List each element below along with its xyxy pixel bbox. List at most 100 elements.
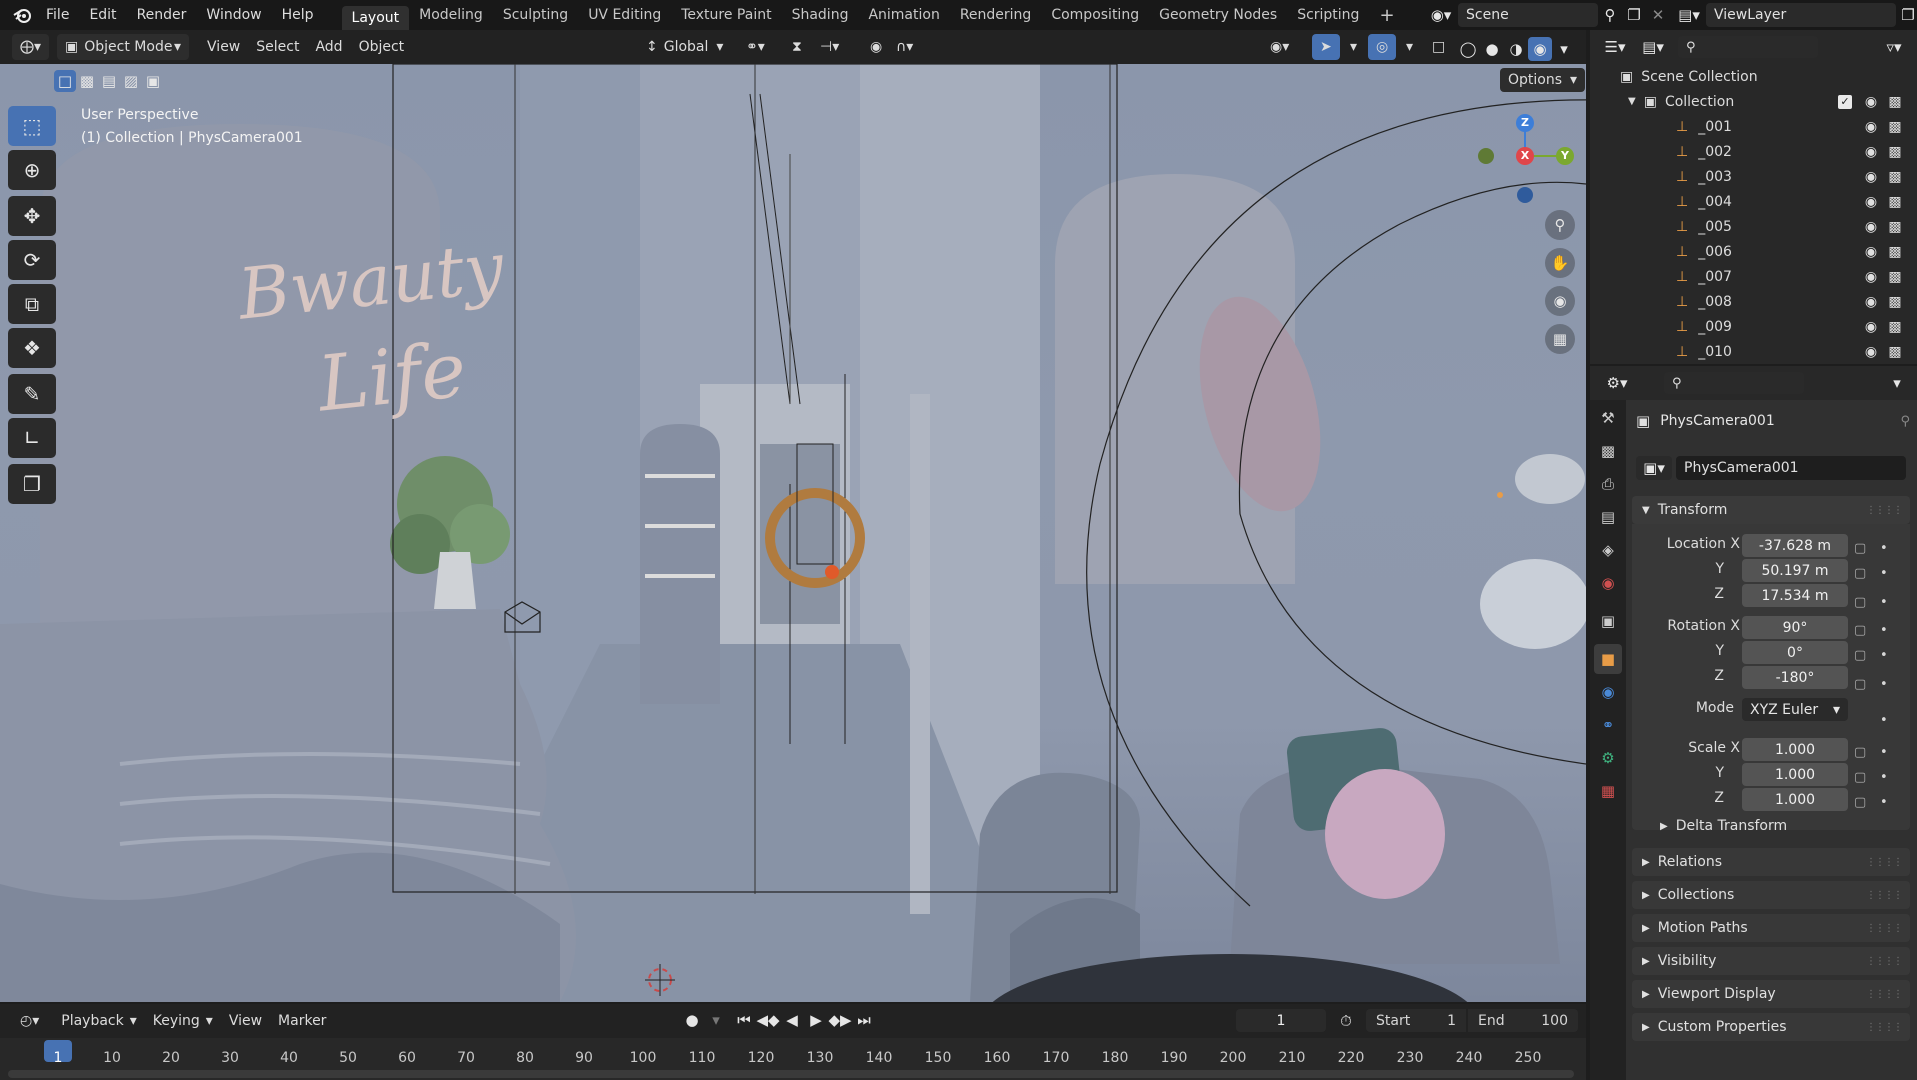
timeline-scrollbar[interactable] xyxy=(8,1070,1574,1078)
properties-search-input[interactable]: ⚲ xyxy=(1664,372,1804,394)
snap-icon[interactable]: ⧗ xyxy=(784,34,810,60)
proportional-edit-icon[interactable]: ◉ xyxy=(862,34,890,60)
object-tab-icon[interactable]: ■ xyxy=(1594,644,1622,674)
output-tab-icon[interactable]: ⎙ xyxy=(1594,469,1622,499)
outliner-row-005[interactable]: ⊥ _005 ◉ ▩ xyxy=(1590,214,1917,239)
tool-tab-icon[interactable]: ⚒ xyxy=(1594,403,1622,433)
menu-timeline-view[interactable]: View xyxy=(221,1008,270,1034)
menu-view[interactable]: View xyxy=(199,34,248,60)
keying-options-icon[interactable]: ▾ xyxy=(704,1008,728,1032)
properties-options-icon[interactable]: ▾ xyxy=(1885,371,1909,395)
gizmo-y-axis[interactable]: Y xyxy=(1556,147,1574,165)
menu-window[interactable]: Window xyxy=(196,0,271,30)
eye-icon[interactable]: ◉ xyxy=(1862,219,1880,235)
tab-shading[interactable]: Shading xyxy=(782,3,859,27)
viewlayer-name-field[interactable]: ViewLayer xyxy=(1706,3,1896,27)
pin-icon[interactable]: ⚲ xyxy=(1900,414,1910,429)
close-scene-icon[interactable]: ✕ xyxy=(1646,3,1670,27)
pivot-point-icon[interactable]: ⚭▾ xyxy=(738,34,773,60)
keyframe-dot-icon[interactable]: • xyxy=(1880,541,1888,556)
eye-icon[interactable]: ◉ xyxy=(1862,94,1880,110)
relations-panel-header[interactable]: ▶ Relations ⋮⋮⋮⋮ xyxy=(1632,848,1910,876)
start-frame-field[interactable]: Start 1 xyxy=(1366,1009,1466,1032)
blender-logo-icon[interactable] xyxy=(8,3,36,27)
outliner-row-010[interactable]: ⊥ _010 ◉ ▩ xyxy=(1590,339,1917,364)
camera-icon[interactable]: ▩ xyxy=(1886,169,1904,185)
select-box-tool-icon[interactable]: ⬚ xyxy=(8,106,56,146)
zoom-icon[interactable]: ⚲ xyxy=(1545,210,1575,240)
object-name-field[interactable]: PhysCamera001 xyxy=(1676,456,1906,480)
outliner-row-collection[interactable]: ▼ ▣ Collection ✓ ◉ ▩ xyxy=(1590,89,1917,114)
location-z-field[interactable]: 17.534 m xyxy=(1742,584,1848,607)
measure-tool-icon[interactable]: ∟ xyxy=(8,418,56,458)
view-layer-tab-icon[interactable]: ▤ xyxy=(1594,502,1622,532)
select-difference-icon[interactable]: ▨ xyxy=(120,70,142,92)
rotation-y-field[interactable]: 0° xyxy=(1742,641,1848,664)
eye-icon[interactable]: ◉ xyxy=(1862,269,1880,285)
menu-file[interactable]: File xyxy=(36,0,79,30)
select-intersect-icon[interactable]: ▣ xyxy=(142,70,164,92)
lock-icon[interactable]: ▢ xyxy=(1854,745,1880,760)
lock-icon[interactable]: ▢ xyxy=(1854,566,1880,581)
drag-handle-icon[interactable]: ⋮⋮⋮⋮ xyxy=(1866,989,1903,1000)
lock-icon[interactable]: ▢ xyxy=(1854,623,1880,638)
outliner-row-006[interactable]: ⊥ _006 ◉ ▩ xyxy=(1590,239,1917,264)
custom-properties-panel-header[interactable]: ▶ Custom Properties ⋮⋮⋮⋮ xyxy=(1632,1013,1910,1041)
collection-tab-icon[interactable]: ▣ xyxy=(1594,606,1622,636)
gizmo-dropdown-icon[interactable]: ▾ xyxy=(1342,34,1365,60)
render-tab-icon[interactable]: ▩ xyxy=(1594,436,1622,466)
lock-icon[interactable]: ▢ xyxy=(1854,770,1880,785)
add-cube-tool-icon[interactable]: ❐ xyxy=(8,464,56,504)
eye-icon[interactable]: ◉ xyxy=(1862,144,1880,160)
menu-object[interactable]: Object xyxy=(351,34,413,60)
menu-keying[interactable]: Keying ▾ xyxy=(145,1008,221,1034)
texture-tab-icon[interactable]: ▦ xyxy=(1594,776,1622,806)
tab-texture-paint[interactable]: Texture Paint xyxy=(671,3,781,27)
drag-handle-icon[interactable]: ⋮⋮⋮⋮ xyxy=(1866,857,1903,868)
jump-start-icon[interactable]: ⏮ xyxy=(732,1008,756,1032)
keyframe-dot-icon[interactable]: • xyxy=(1880,770,1888,785)
visibility-icon[interactable]: ◉▾ xyxy=(1262,34,1297,60)
outliner-editor-type-icon[interactable]: ☰▾ xyxy=(1598,35,1632,59)
camera-icon[interactable]: ▩ xyxy=(1886,194,1904,210)
keyframe-dot-icon[interactable]: • xyxy=(1880,623,1888,638)
camera-icon[interactable]: ▩ xyxy=(1886,144,1904,160)
editor-type-button[interactable]: ⨁▾ xyxy=(12,34,50,60)
outliner-search-input[interactable]: ⚲ xyxy=(1678,36,1818,58)
select-extend-icon[interactable]: ▩ xyxy=(76,70,98,92)
shading-options-icon[interactable]: ▾ xyxy=(1552,37,1576,61)
wireframe-shading-icon[interactable]: ◯ xyxy=(1456,37,1480,61)
camera-icon[interactable]: ▩ xyxy=(1886,94,1904,110)
tab-modeling[interactable]: Modeling xyxy=(409,3,493,27)
stopwatch-icon[interactable]: ⏱ xyxy=(1334,1009,1358,1033)
rendered-shading-icon[interactable]: ◉ xyxy=(1528,37,1552,61)
mode-dropdown[interactable]: ▣ Object Mode ▾ xyxy=(57,34,190,60)
outliner-row-001[interactable]: ⊥ _001 ◉ ▩ xyxy=(1590,114,1917,139)
drag-handle-icon[interactable]: ⋮⋮⋮⋮ xyxy=(1866,890,1903,901)
play-reverse-icon[interactable]: ◀ xyxy=(780,1008,804,1032)
gizmo-x-axis[interactable]: X xyxy=(1516,147,1534,165)
orientation-dropdown[interactable]: ↕ Global ▾ xyxy=(638,34,731,60)
visibility-panel-header[interactable]: ▶ Visibility ⋮⋮⋮⋮ xyxy=(1632,947,1910,975)
motion-paths-panel-header[interactable]: ▶ Motion Paths ⋮⋮⋮⋮ xyxy=(1632,914,1910,942)
jump-end-icon[interactable]: ⏭ xyxy=(852,1008,876,1032)
tab-animation[interactable]: Animation xyxy=(858,3,949,27)
camera-icon[interactable]: ▩ xyxy=(1886,344,1904,360)
camera-icon[interactable]: ▩ xyxy=(1886,119,1904,135)
pan-hand-icon[interactable]: ✋ xyxy=(1545,248,1575,278)
rotation-mode-dropdown[interactable]: XYZ Euler ▾ xyxy=(1742,698,1848,721)
new-scene-icon[interactable]: ❐ xyxy=(1622,3,1646,27)
tab-uv-editing[interactable]: UV Editing xyxy=(578,3,671,27)
cursor-tool-icon[interactable]: ⊕ xyxy=(8,150,56,190)
overlays-toggle-icon[interactable]: ◎ xyxy=(1368,34,1397,60)
collections-panel-header[interactable]: ▶ Collections ⋮⋮⋮⋮ xyxy=(1632,881,1910,909)
end-frame-field[interactable]: End 100 xyxy=(1468,1009,1578,1032)
eye-icon[interactable]: ◉ xyxy=(1862,344,1880,360)
material-shading-icon[interactable]: ◑ xyxy=(1504,37,1528,61)
modifiers-tab-icon[interactable]: ◉ xyxy=(1594,677,1622,707)
outliner-row-scene-collection[interactable]: ▣ Scene Collection xyxy=(1590,64,1917,89)
drag-handle-icon[interactable]: ⋮⋮⋮⋮ xyxy=(1866,956,1903,967)
rotation-z-field[interactable]: -180° xyxy=(1742,666,1848,689)
camera-view-icon[interactable]: ◉ xyxy=(1545,286,1575,316)
drag-handle-icon[interactable]: ⋮⋮⋮⋮ xyxy=(1866,1022,1903,1033)
